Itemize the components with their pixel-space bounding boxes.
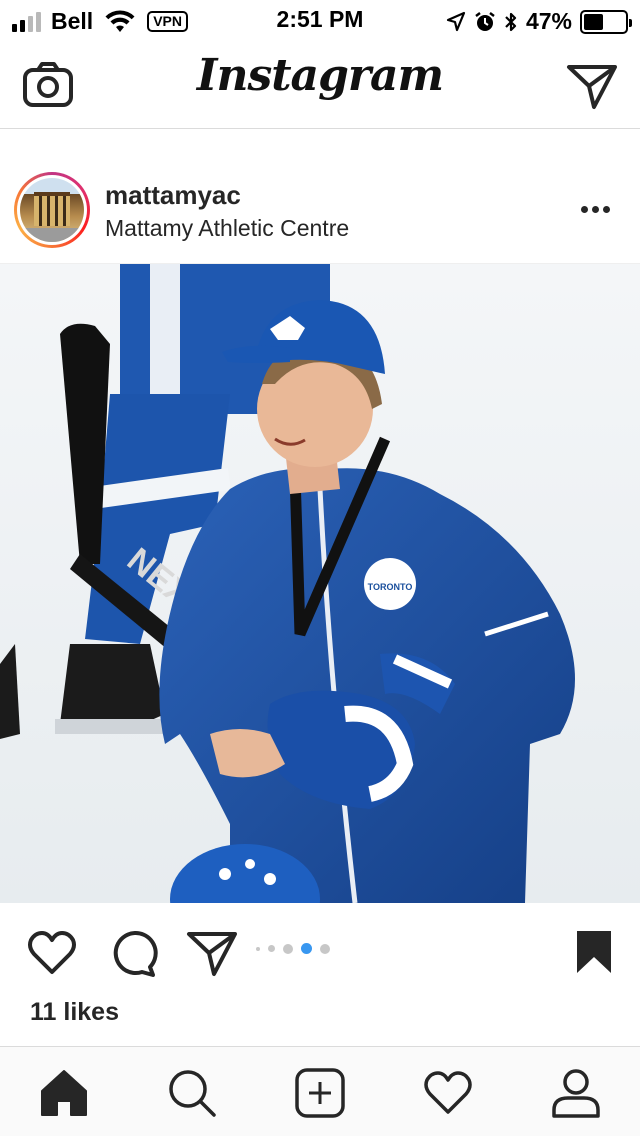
instagram-logo: Instagram bbox=[196, 50, 444, 101]
maple-leaf-logo: TORONTO bbox=[364, 558, 416, 610]
story-ring[interactable] bbox=[14, 172, 90, 248]
post-photo[interactable]: NEXUS TORONTO bbox=[0, 264, 640, 903]
carousel-dot bbox=[283, 943, 293, 954]
direct-message-icon[interactable] bbox=[566, 62, 618, 110]
avatar[interactable] bbox=[20, 178, 84, 242]
carousel-dot-active bbox=[301, 943, 312, 954]
user-icon[interactable] bbox=[550, 1067, 602, 1119]
hockey-coach-image: NEXUS TORONTO bbox=[0, 264, 640, 903]
post-location[interactable]: Mattamy Athletic Centre bbox=[105, 215, 349, 242]
status-bar: Bell VPN 2:51 PM 47% bbox=[0, 0, 640, 40]
status-right: 47% bbox=[446, 8, 632, 35]
battery-icon bbox=[580, 9, 632, 34]
carousel-dot bbox=[268, 945, 275, 952]
carousel-dot bbox=[320, 943, 330, 954]
bookmark-filled-icon[interactable] bbox=[574, 929, 614, 975]
carousel-indicator bbox=[256, 943, 330, 954]
tab-bar bbox=[0, 1046, 640, 1136]
heart-icon[interactable] bbox=[26, 927, 78, 979]
home-filled-icon[interactable] bbox=[38, 1067, 90, 1119]
building-image bbox=[34, 192, 70, 226]
bluetooth-icon bbox=[505, 12, 517, 31]
top-nav: Instagram bbox=[0, 40, 640, 129]
comment-bubble-icon[interactable] bbox=[106, 927, 158, 979]
battery-percent: 47% bbox=[525, 8, 572, 34]
battery-fill bbox=[584, 13, 603, 30]
search-icon[interactable] bbox=[166, 1067, 218, 1119]
activity-heart-icon[interactable] bbox=[422, 1067, 474, 1119]
post-header: mattamyac Mattamy Athletic Centre bbox=[0, 130, 640, 264]
post-username[interactable]: mattamyac bbox=[105, 180, 241, 211]
paper-plane-icon[interactable] bbox=[186, 927, 238, 979]
carousel-dot bbox=[256, 946, 260, 951]
plus-square-icon[interactable] bbox=[294, 1067, 346, 1119]
alarm-icon bbox=[475, 11, 495, 31]
location-arrow-icon bbox=[446, 11, 466, 31]
likes-count[interactable]: 11 likes bbox=[30, 998, 119, 1027]
svg-text:TORONTO: TORONTO bbox=[368, 582, 413, 592]
more-options-icon[interactable] bbox=[581, 206, 610, 213]
